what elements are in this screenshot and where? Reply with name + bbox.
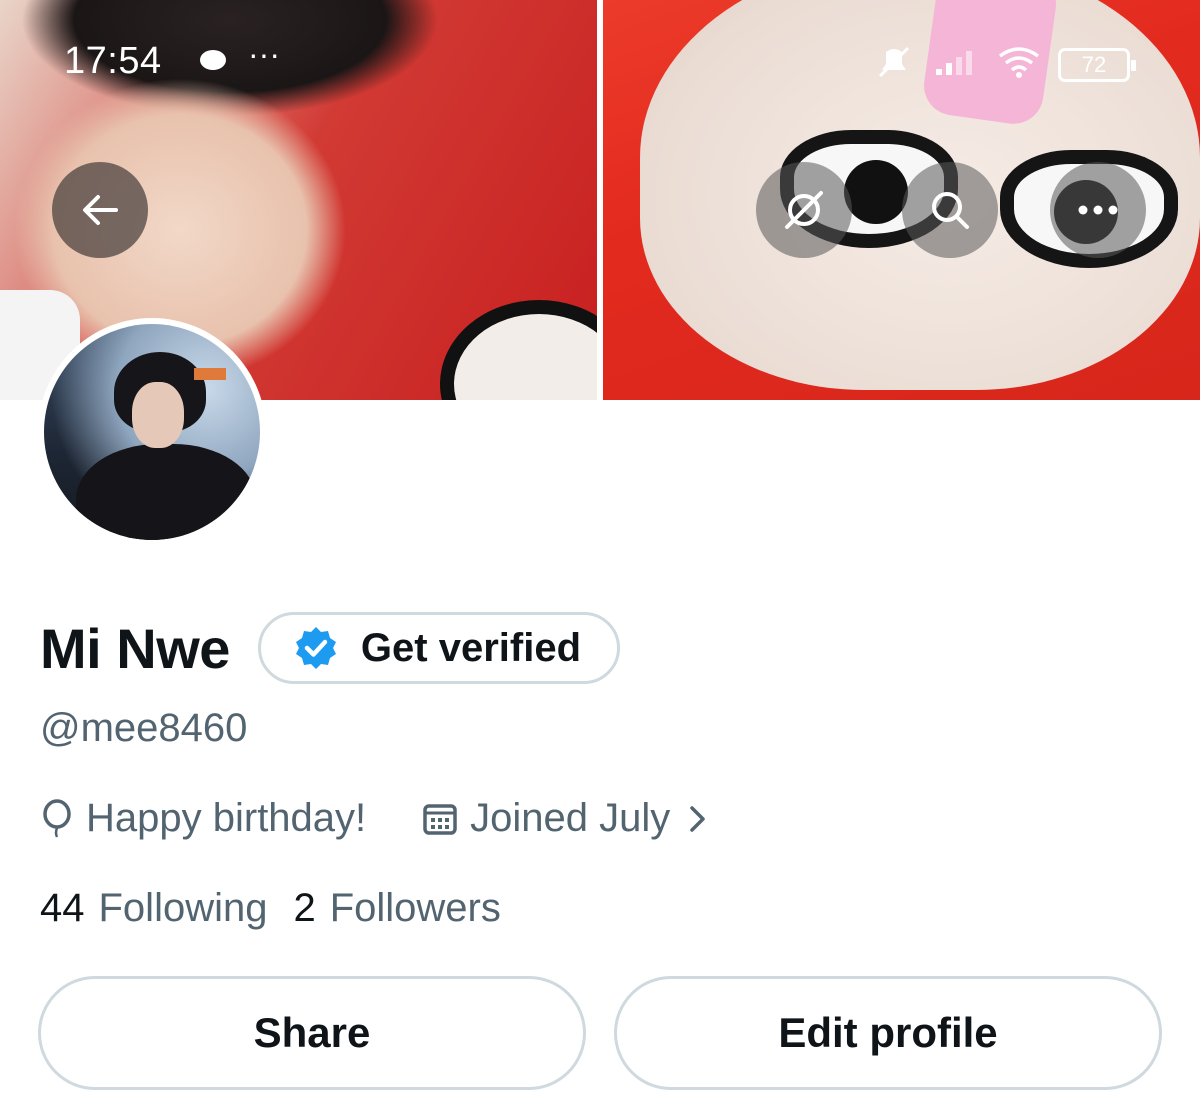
avatar[interactable] bbox=[38, 318, 266, 546]
followers-count: 2 bbox=[293, 886, 316, 930]
share-button[interactable]: Share bbox=[38, 976, 586, 1090]
arrow-left-icon bbox=[83, 195, 118, 225]
profile-meta-row: Happy birthday! Joined July bbox=[40, 796, 720, 841]
joined-text: Joined July bbox=[470, 796, 671, 840]
chat-notification-icon bbox=[200, 50, 226, 70]
search-button[interactable] bbox=[902, 162, 998, 258]
joined-item[interactable]: Joined July bbox=[422, 796, 720, 841]
mute-icon bbox=[872, 44, 916, 86]
avatar-image bbox=[44, 324, 260, 540]
verified-badge-icon bbox=[295, 627, 336, 669]
birthday-item: Happy birthday! bbox=[40, 796, 366, 841]
edit-profile-button[interactable]: Edit profile bbox=[614, 976, 1162, 1090]
display-name: Mi Nwe bbox=[40, 616, 230, 680]
status-time: 17:54 bbox=[64, 40, 162, 82]
more-options-button[interactable] bbox=[1050, 162, 1146, 258]
battery-indicator: 72 bbox=[1058, 48, 1136, 82]
status-overflow: ··· bbox=[248, 36, 280, 72]
avatar-face-shape bbox=[132, 382, 184, 448]
avatar-coat-shape bbox=[76, 444, 256, 540]
status-bar: 17:54 ··· 72 bbox=[0, 0, 1200, 120]
get-verified-button[interactable]: Get verified bbox=[257, 612, 620, 684]
wifi-icon bbox=[998, 46, 1040, 84]
follow-stats: 44 Following 2 Followers bbox=[40, 886, 501, 931]
avatar-tag-shape bbox=[194, 368, 226, 380]
status-right-group: 72 bbox=[872, 44, 1136, 86]
calendar-icon bbox=[423, 803, 457, 835]
get-verified-label: Get verified bbox=[360, 625, 581, 670]
following-label: Following bbox=[98, 886, 268, 930]
followers-label: Followers bbox=[329, 886, 501, 930]
search-icon bbox=[932, 192, 969, 229]
user-handle: @mee8460 bbox=[40, 706, 248, 750]
grok-button[interactable] bbox=[756, 162, 852, 258]
chevron-right-icon bbox=[690, 805, 706, 832]
profile-actions: Share Edit profile bbox=[38, 976, 1162, 1090]
grok-icon bbox=[785, 191, 823, 229]
following-link[interactable]: 44 Following bbox=[40, 886, 267, 931]
name-row: Mi Nwe Get verified bbox=[40, 612, 620, 684]
more-horizontal-icon bbox=[1078, 205, 1118, 215]
birthday-text: Happy birthday! bbox=[86, 796, 367, 840]
following-count: 44 bbox=[40, 886, 85, 930]
back-button[interactable] bbox=[52, 162, 148, 258]
balloon-icon bbox=[43, 798, 71, 838]
signal-icon bbox=[934, 47, 980, 83]
plush-pupil-left bbox=[844, 160, 908, 224]
followers-link[interactable]: 2 Followers bbox=[293, 886, 500, 931]
